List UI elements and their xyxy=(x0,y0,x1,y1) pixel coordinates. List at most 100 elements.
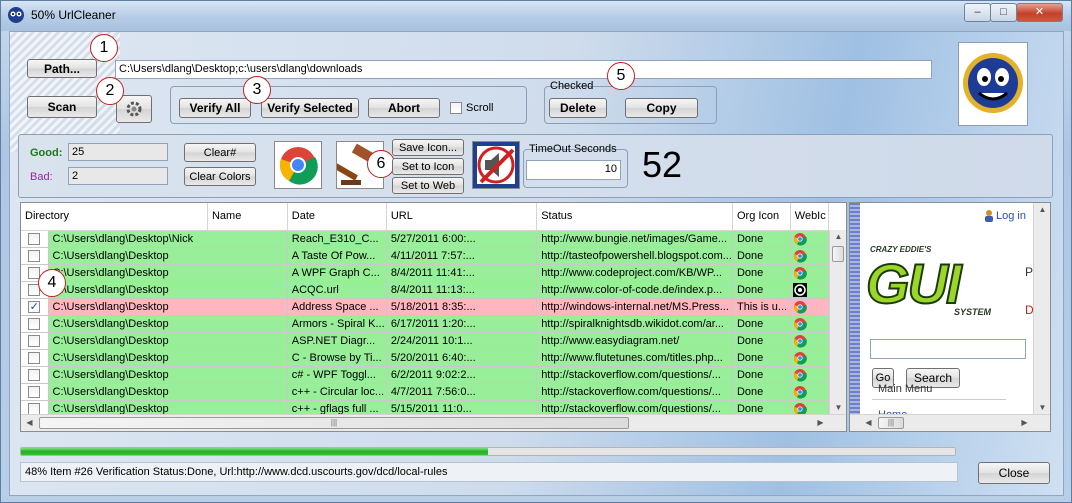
scroll-down-icon[interactable]: ▼ xyxy=(830,403,846,412)
cell-directory: C:\Users\dlang\Desktop xyxy=(48,264,288,282)
row-checkbox[interactable]: ✓ xyxy=(28,300,41,313)
row-checkbox[interactable] xyxy=(28,385,41,398)
table-row[interactable]: C:\Users\dlang\Desktop ACQC.url 8/4/2011 1… xyxy=(21,281,846,299)
callout-3: 3 xyxy=(243,76,271,104)
table-row[interactable]: C:\Users\dlang\Desktop Armors - Spiral K.… xyxy=(21,315,846,333)
column-header-url[interactable]: URL xyxy=(386,203,538,231)
set-to-icon-button[interactable]: Set to Icon xyxy=(392,158,464,175)
browser-scroll-left-icon[interactable]: ◀ xyxy=(860,418,877,427)
url-grid[interactable]: Directory Name Date URL Status Org Icon WebIc … xyxy=(20,202,847,432)
timeout-input[interactable]: 10 xyxy=(526,160,621,180)
settings-button[interactable] xyxy=(116,95,152,123)
wiki-search-input[interactable] xyxy=(870,339,1026,359)
grid-horizontal-scrollbar[interactable]: ◀ ||| ▶ xyxy=(21,414,846,431)
column-header-webic[interactable]: WebIc xyxy=(790,203,830,231)
scroll-left-icon[interactable]: ◀ xyxy=(21,418,38,427)
verify-all-button[interactable]: Verify All xyxy=(179,98,251,118)
chrome-icon xyxy=(793,232,807,246)
column-header-org-icon[interactable]: Org Icon xyxy=(732,203,791,231)
progress-fill xyxy=(21,448,488,455)
cell-date: 2/24/2011 10:1... xyxy=(386,332,538,350)
cell-status: Done xyxy=(732,264,791,282)
row-checkbox[interactable] xyxy=(28,249,41,262)
row-checkbox[interactable] xyxy=(28,334,41,347)
set-to-web-button[interactable]: Set to Web xyxy=(392,177,464,194)
save-icon-button[interactable]: Save Icon... xyxy=(392,139,464,156)
cell-directory: C:\Users\dlang\Desktop xyxy=(48,366,288,384)
clear-colors-button[interactable]: Clear Colors xyxy=(184,167,256,186)
web-preview-pane[interactable]: Log in CRAZY EDDIE'S GUI SYSTEM P D Go S… xyxy=(849,202,1051,432)
cell-status: Done xyxy=(732,383,791,401)
window-title: 50% UrlCleaner xyxy=(31,8,116,22)
row-checkbox[interactable] xyxy=(28,368,41,381)
browser-hscroll-thumb[interactable]: ||| xyxy=(878,417,904,429)
table-row[interactable]: C:\Users\dlang\Desktop\Nick Reach_E310_C.… xyxy=(21,230,846,248)
login-link[interactable]: Log in xyxy=(996,210,1026,223)
table-row[interactable]: C:\Users\dlang\Desktop ASP.NET Diagr... 2/… xyxy=(21,332,846,350)
table-row[interactable]: C:\Users\dlang\Desktop A WPF Graph C... 8/… xyxy=(21,264,846,282)
browser-horizontal-scrollbar[interactable]: ◀ ||| ▶ xyxy=(850,414,1050,431)
bad-label: Bad: xyxy=(30,171,53,183)
grid-hscroll-thumb[interactable]: ||| xyxy=(39,417,629,429)
app-logo-icon xyxy=(8,7,24,23)
clear-count-button[interactable]: Clear# xyxy=(184,143,256,162)
cell-org-icon xyxy=(790,247,830,265)
copy-button[interactable]: Copy xyxy=(625,98,698,118)
browser-scroll-up-icon[interactable]: ▲ xyxy=(1034,205,1050,214)
row-checkbox[interactable] xyxy=(28,351,41,364)
chrome-icon xyxy=(793,249,807,263)
table-row[interactable]: C:\Users\dlang\Desktop c# - WPF Toggl... 6… xyxy=(21,366,846,384)
path-button[interactable]: Path... xyxy=(27,59,97,78)
close-window-button[interactable]: ✕ xyxy=(1016,3,1063,22)
cell-date: 5/27/2011 6:00:... xyxy=(386,230,538,248)
chrome-icon xyxy=(793,300,807,314)
scroll-up-icon[interactable]: ▲ xyxy=(830,232,846,241)
cell-name: A Taste Of Pow... xyxy=(287,247,387,265)
table-row[interactable]: C:\Users\dlang\Desktop A Taste Of Pow... 4… xyxy=(21,247,846,265)
scroll-right-icon[interactable]: ▶ xyxy=(812,418,829,427)
row-checkbox[interactable] xyxy=(28,317,41,330)
mute-button[interactable] xyxy=(472,141,520,189)
verify-selected-button[interactable]: Verify Selected xyxy=(261,98,359,118)
grid-vscroll-thumb[interactable] xyxy=(832,246,844,262)
cell-name: Reach_E310_C... xyxy=(287,230,387,248)
scan-button[interactable]: Scan xyxy=(27,96,97,118)
cell-directory: C:\Users\dlang\Desktop xyxy=(48,281,288,299)
callout-1: 1 xyxy=(90,34,118,62)
browser-vertical-scrollbar[interactable]: ▲ ▼ xyxy=(1033,203,1050,414)
cell-name: c++ - Circular loc... xyxy=(287,383,387,401)
cell-directory: C:\Users\dlang\Desktop xyxy=(48,247,288,265)
delete-button[interactable]: Delete xyxy=(549,98,607,118)
table-row[interactable]: ✓ C:\Users\dlang\Desktop Address Space ...… xyxy=(21,298,846,316)
browser-scroll-right-icon[interactable]: ▶ xyxy=(1016,418,1033,427)
progress-bar xyxy=(20,447,956,456)
maximize-button[interactable]: □ xyxy=(990,3,1017,22)
column-header-date[interactable]: Date xyxy=(287,203,387,231)
close-button[interactable]: Close xyxy=(978,462,1050,484)
cell-date: 6/17/2011 1:20:... xyxy=(386,315,538,333)
cell-date: 8/4/2011 11:13:... xyxy=(386,281,538,299)
browser-icon-button[interactable] xyxy=(274,141,322,189)
table-row[interactable]: C:\Users\dlang\Desktop c++ - Circular loc… xyxy=(21,383,846,401)
abort-button[interactable]: Abort xyxy=(368,98,440,118)
callout-6: 6 xyxy=(367,150,395,178)
column-header-directory[interactable]: Directory xyxy=(21,203,208,231)
scroll-checkbox[interactable] xyxy=(450,102,462,114)
column-header-name[interactable]: Name xyxy=(207,203,288,231)
chrome-icon xyxy=(793,266,807,280)
cell-org-icon xyxy=(790,230,830,248)
grid-vertical-scrollbar[interactable]: ▲ ▼ xyxy=(829,230,846,414)
column-header-status[interactable]: Status xyxy=(536,203,733,231)
table-row[interactable]: C:\Users\dlang\Desktop C - Browse by Ti..… xyxy=(21,349,846,367)
row-select-cell xyxy=(21,332,49,350)
cell-status: Done xyxy=(732,281,791,299)
minimize-button[interactable]: – xyxy=(964,3,991,22)
path-input[interactable]: C:\Users\dlang\Desktop;c:\users\dlang\do… xyxy=(115,60,932,79)
cell-directory: C:\Users\dlang\Desktop xyxy=(48,298,288,316)
cell-name: ACQC.url xyxy=(287,281,387,299)
mascot-logo xyxy=(958,42,1028,126)
row-checkbox[interactable] xyxy=(28,402,41,415)
row-checkbox[interactable] xyxy=(28,232,41,245)
browser-scroll-down-icon[interactable]: ▼ xyxy=(1034,403,1050,412)
big-counter: 52 xyxy=(642,144,683,185)
